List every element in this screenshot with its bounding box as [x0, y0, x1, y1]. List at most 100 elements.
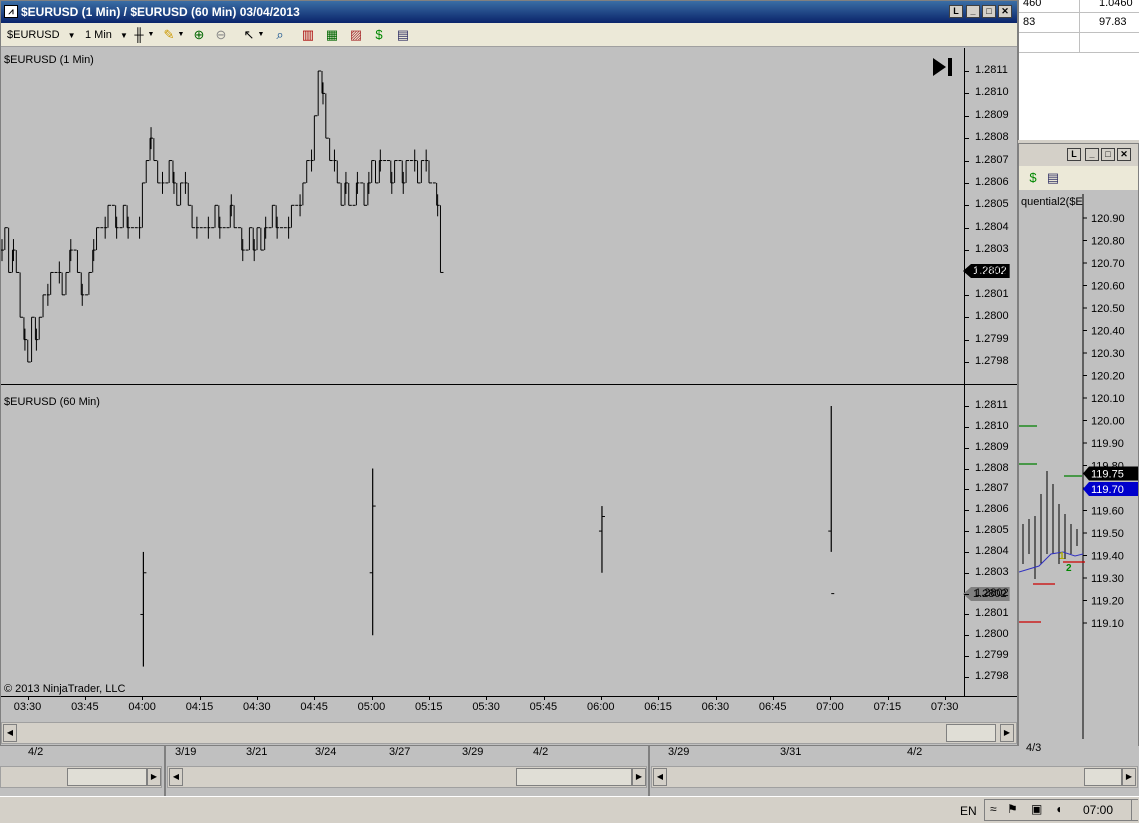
- time-tick-label: 03:45: [71, 701, 99, 713]
- time-tick-label: 05:30: [472, 701, 500, 713]
- price-tick-label: 1.2807: [975, 482, 1009, 495]
- scroll-left-button[interactable]: ◀: [653, 768, 667, 786]
- main-window-titlebar[interactable]: ⩘ $EURUSD (1 Min) / $EURUSD (60 Min) 03/…: [1, 1, 1017, 23]
- price-tick-label: 120.60: [1091, 281, 1125, 293]
- price-tick-label: 120.80: [1091, 236, 1125, 248]
- time-tick-label: 07:30: [930, 701, 959, 713]
- time-tick-label: 07:15: [873, 701, 902, 713]
- volume-icon[interactable]: ◖: [1055, 802, 1062, 816]
- minimize-button[interactable]: _: [966, 5, 980, 18]
- language-indicator[interactable]: EN: [960, 804, 977, 818]
- horizontal-scrollbar[interactable]: ◀ ▶: [167, 766, 647, 788]
- time-tick-label: 03:30: [13, 701, 42, 713]
- price-tick-label: 120.20: [1091, 371, 1125, 383]
- minimize-button[interactable]: _: [1085, 148, 1099, 161]
- time-tick-label: 04:15: [185, 701, 214, 713]
- hourly-bar: [140, 551, 147, 667]
- chevron-down-icon[interactable]: ▼: [177, 27, 185, 43]
- scroll-right-button[interactable]: ▶: [1000, 724, 1014, 742]
- price-tick-label: 1.2801: [975, 607, 1009, 620]
- main-chart-window[interactable]: ⩘ $EURUSD (1 Min) / $EURUSD (60 Min) 03/…: [0, 0, 1018, 746]
- zoom-in-icon[interactable]: ⊕: [191, 27, 207, 43]
- tray-expand-icon[interactable]: ≈: [990, 802, 997, 816]
- price-tick-label: 1.2798: [975, 670, 1009, 682]
- right-indicator-price-tag: 119.70: [1083, 482, 1138, 496]
- chevron-down-icon[interactable]: ▼: [147, 27, 155, 43]
- right-last-price-tag: 119.75: [1083, 466, 1138, 481]
- time-tick-label: 04:30: [243, 701, 271, 713]
- time-tick-label: 04:00: [128, 701, 156, 713]
- close-button[interactable]: ✕: [1117, 148, 1131, 161]
- flag-icon[interactable]: ⚑: [1007, 802, 1018, 816]
- price-tick-label: 1.2798: [975, 355, 1009, 367]
- cursor-icon[interactable]: ↖: [241, 27, 257, 43]
- network-icon[interactable]: ▣: [1031, 802, 1042, 816]
- hourly-bar: [828, 406, 835, 595]
- horizontal-scrollbar[interactable]: ▶: [0, 766, 162, 788]
- properties-icon[interactable]: ▤: [1045, 170, 1061, 186]
- data-box-icon[interactable]: $: [371, 27, 387, 43]
- date-label: 3/29: [462, 746, 484, 758]
- price-tick-label: 119.10: [1091, 618, 1124, 630]
- price-tick-label: 120.70: [1091, 258, 1125, 270]
- price-tick-label: 1.2805: [975, 524, 1009, 537]
- price-tick-label: 1.2811: [975, 399, 1008, 411]
- price-tick-label: 119.20: [1091, 596, 1124, 608]
- magnifier-icon[interactable]: ⌕: [272, 27, 288, 43]
- chart-toolbar: $EURUSD ▼ 1 Min ▼ ╫ ▼ ✎ ▼ ⊕ ⊖ ↖ ▼ ⌕ ▥ ▦ …: [1, 23, 1017, 47]
- time-tick-label: 06:15: [644, 701, 672, 713]
- price-tick-label: 119.50: [1091, 528, 1124, 540]
- taskbar: EN ≈ ⚑ ▣ ◖ 07:00: [0, 796, 1139, 823]
- instrument-selector[interactable]: $EURUSD ▼: [7, 26, 76, 44]
- show-desktop-button[interactable]: [1131, 800, 1139, 820]
- maximize-button[interactable]: □: [1101, 148, 1115, 161]
- price-tick-label: 120.40: [1091, 326, 1125, 338]
- maximize-button[interactable]: □: [982, 5, 996, 18]
- zoom-out-icon[interactable]: ⊖: [213, 27, 229, 43]
- time-tick-label: 06:45: [758, 701, 787, 713]
- table-row[interactable]: [1019, 32, 1139, 53]
- scroll-right-button[interactable]: ▶: [1122, 768, 1136, 786]
- price-tick-label: 1.2801: [975, 287, 1009, 300]
- properties-icon[interactable]: ▤: [395, 27, 411, 43]
- interval-selector[interactable]: 1 Min ▼: [85, 26, 128, 44]
- price-tick-label: 119.90: [1091, 438, 1124, 450]
- horizontal-scrollbar[interactable]: ◀ ▶: [651, 766, 1138, 788]
- data-box-icon[interactable]: $: [1025, 170, 1041, 186]
- scroll-right-button[interactable]: ▶: [632, 768, 646, 786]
- close-button[interactable]: ✕: [998, 5, 1012, 18]
- indicators-icon[interactable]: ▥: [300, 27, 316, 43]
- panel-divider[interactable]: [1, 384, 1017, 385]
- chevron-down-icon[interactable]: ▼: [257, 27, 265, 43]
- bar-type-icon[interactable]: ╫: [131, 27, 147, 43]
- horizontal-scrollbar[interactable]: ◀ ▶: [1, 722, 1017, 744]
- chart-panels[interactable]: $EURUSD (1 Min) $EURUSD (60 Min) © 2013 …: [1, 48, 964, 696]
- clock[interactable]: 07:00: [1083, 803, 1113, 817]
- scroll-left-button[interactable]: ◀: [3, 724, 17, 742]
- scroll-thumb[interactable]: [1084, 768, 1122, 786]
- date-label: 3/29: [668, 746, 690, 758]
- price-tick-label: 119.60: [1091, 506, 1124, 518]
- date-label: 4/2: [533, 746, 549, 758]
- scroll-left-button[interactable]: ◀: [169, 768, 183, 786]
- sequential-marker: 2: [1066, 563, 1072, 574]
- link-button[interactable]: L: [949, 5, 963, 18]
- right-chart-window[interactable]: L _ □ ✕ $ ▤ quential2($E 120.90 120.80 120…: [1018, 143, 1139, 763]
- scroll-thumb[interactable]: [516, 768, 632, 786]
- hourly-bar: [598, 506, 605, 573]
- scroll-thumb[interactable]: [946, 724, 996, 742]
- drawing-pencil-icon[interactable]: ✎: [161, 27, 177, 43]
- right-window-titlebar[interactable]: L _ □ ✕: [1019, 144, 1138, 166]
- table-cell: 1.0460: [1099, 0, 1133, 9]
- price-tick-label: 120.90: [1091, 213, 1125, 225]
- strategies-icon[interactable]: ▦: [324, 27, 340, 43]
- scroll-right-button[interactable]: ▶: [147, 768, 161, 786]
- line-chart-icon[interactable]: ▨: [348, 27, 364, 43]
- table-row[interactable]: 83 97.83: [1019, 12, 1139, 33]
- date-label: 3/31: [780, 746, 802, 758]
- time-tick-label: 04:45: [300, 701, 328, 713]
- lower-strip: 4/2 3/19 3/21 3/24 3/27 3/29 4/2 3/29 3/…: [0, 742, 1139, 796]
- right-chart-svg: 120.90 120.80 120.70 120.60 120.50 120.40 120.…: [1019, 194, 1138, 739]
- link-button[interactable]: L: [1067, 148, 1081, 161]
- scroll-thumb[interactable]: [67, 768, 147, 786]
